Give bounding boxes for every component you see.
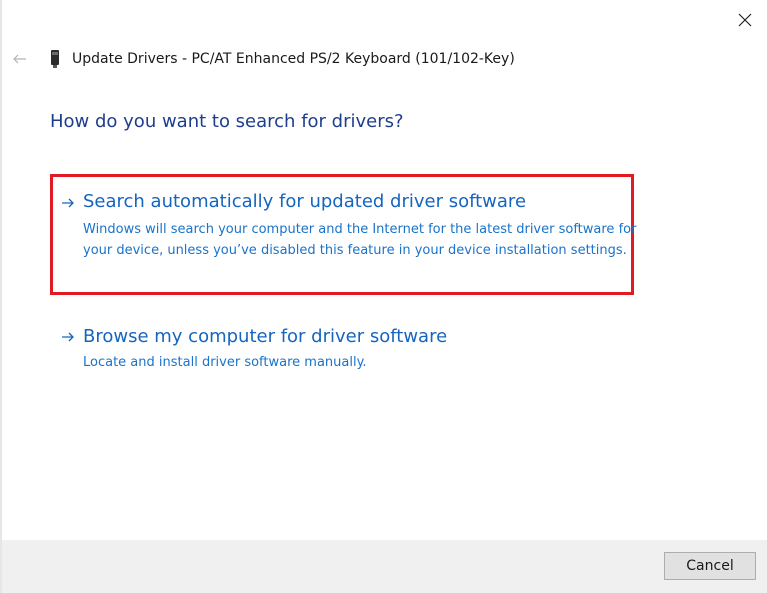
- option-title: Browse my computer for driver software: [83, 326, 448, 347]
- close-icon: [738, 13, 752, 27]
- dialog-footer: Cancel: [2, 540, 767, 593]
- dialog-title: Update Drivers - PC/AT Enhanced PS/2 Key…: [72, 51, 515, 67]
- search-automatically-option[interactable]: Search automatically for updated driver …: [50, 174, 636, 295]
- cancel-button[interactable]: Cancel: [664, 552, 756, 580]
- arrow-right-icon: [62, 332, 74, 342]
- option-title: Search automatically for updated driver …: [83, 191, 527, 212]
- option-description: Windows will search your computer and th…: [83, 222, 637, 258]
- back-button[interactable]: [10, 50, 30, 68]
- page-heading: How do you want to search for drivers?: [50, 111, 404, 132]
- dialog-title-row: Update Drivers - PC/AT Enhanced PS/2 Key…: [50, 48, 515, 70]
- browse-computer-option[interactable]: Browse my computer for driver software L…: [50, 320, 634, 382]
- option-description: Locate and install driver software manua…: [83, 355, 367, 370]
- close-button[interactable]: [730, 6, 760, 34]
- update-drivers-dialog: Update Drivers - PC/AT Enhanced PS/2 Key…: [2, 0, 767, 593]
- keyboard-device-icon: [51, 50, 59, 68]
- arrow-right-icon: [62, 198, 74, 208]
- back-arrow-icon: [13, 54, 26, 64]
